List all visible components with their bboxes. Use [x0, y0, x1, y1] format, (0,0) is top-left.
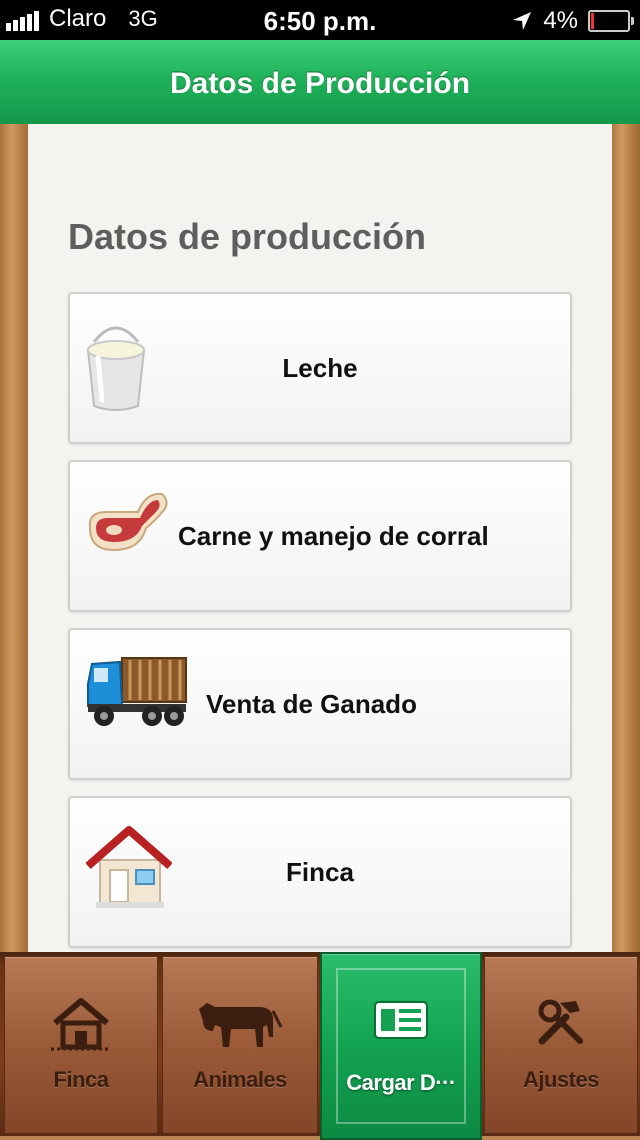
cattle-truck-icon [87, 657, 187, 726]
tab-active-frame [336, 968, 466, 1124]
meat-steak-icon [88, 492, 168, 552]
tab-label: Ajustes [523, 1067, 599, 1092]
location-arrow-icon [513, 12, 532, 30]
status-bar: Claro 3G 6:50 p.m. 4% [0, 0, 640, 40]
tab-finca[interactable]: Finca [4, 956, 158, 1134]
list-item-finca[interactable]: Finca [68, 796, 572, 948]
nav-bar: Datos de Producción [0, 40, 640, 126]
list-item-carne[interactable]: Carne y manejo de corral [68, 460, 572, 612]
section-title: Datos de producción [68, 216, 427, 257]
tab-cargar-datos[interactable]: Cargar D··· [320, 952, 482, 1140]
page-title: Datos de Producción [169, 67, 471, 100]
tab-bar: Finca Animales Cargar D··· Ajustes [0, 952, 640, 1140]
wood-rail-right [610, 124, 640, 954]
battery-icon [588, 10, 634, 32]
tab-label: Animales [193, 1067, 287, 1092]
status-right: 4% [511, 7, 634, 35]
list-item-label: Leche [282, 353, 358, 383]
cow-icon [199, 1003, 283, 1047]
wood-rail-left [0, 124, 30, 954]
battery-percent: 4% [543, 7, 578, 34]
list-item-label: Carne y manejo de corral [178, 521, 489, 551]
data-card-icon [374, 1001, 428, 1039]
barn-icon [51, 998, 111, 1051]
tab-animales[interactable]: Animales [162, 956, 318, 1134]
tab-label: Cargar D··· [346, 1070, 456, 1095]
tools-icon [538, 999, 583, 1045]
content-panel: Datos de producción Leche Carne y manejo… [28, 124, 612, 954]
list-item-label: Finca [286, 857, 354, 887]
list-item-label: Venta de Ganado [206, 689, 417, 719]
list-item-venta-ganado[interactable]: Venta de Ganado [68, 628, 572, 780]
list-item-leche[interactable]: Leche [68, 292, 572, 444]
tab-label: Finca [53, 1067, 109, 1092]
tab-ajustes[interactable]: Ajustes [484, 956, 638, 1134]
